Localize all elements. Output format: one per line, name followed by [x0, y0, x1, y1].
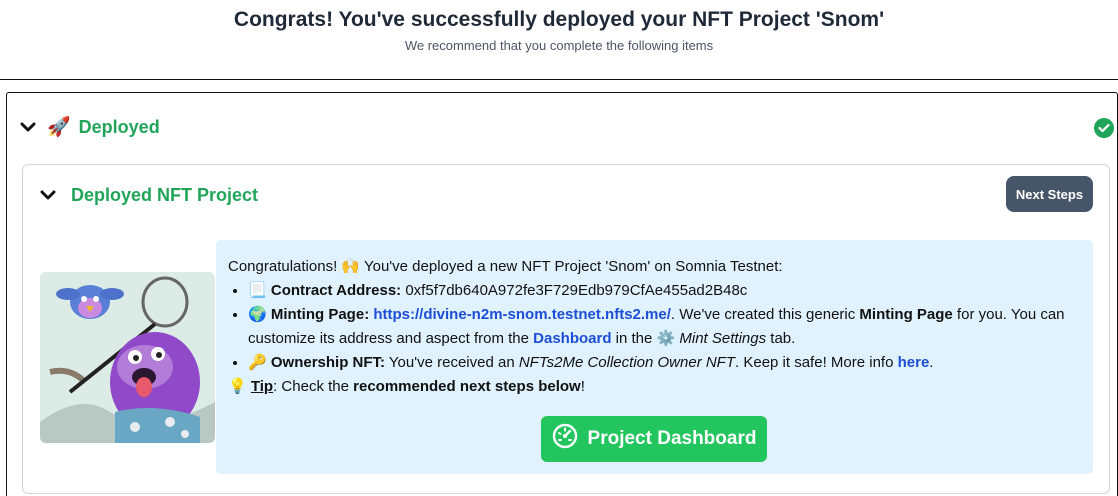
- raised-hands-icon: 🙌: [341, 258, 361, 275]
- more-info-link[interactable]: here: [898, 354, 930, 371]
- dashboard-link[interactable]: Dashboard: [533, 330, 611, 347]
- rocket-icon: 🚀: [47, 116, 71, 138]
- section-title: Deployed: [78, 116, 160, 137]
- key-icon: 🔑: [248, 354, 267, 371]
- minting-page-item: 🌍 Minting Page: https://divine-n2m-snom.…: [248, 303, 1081, 351]
- deployed-nft-project-card: Deployed NFT Project Next Steps Congratu…: [22, 164, 1110, 494]
- minting-page-link[interactable]: https://divine-n2m-snom.testnet.nfts2.me…: [373, 306, 671, 323]
- check-circle-icon: [1094, 118, 1114, 138]
- gear-icon: ⚙️: [656, 330, 676, 347]
- contract-address-value[interactable]: 0xf5f7db640A972fe3F729Edb979CfAe455ad2B4…: [405, 282, 747, 299]
- page-title: Congrats! You've successfully deployed y…: [233, 8, 885, 31]
- deployment-details-list: 📃 Contract Address: 0xf5f7db640A972fe3F7…: [248, 279, 1081, 375]
- document-icon: 📃: [248, 282, 267, 299]
- contract-address-item: 📃 Contract Address: 0xf5f7db640A972fe3F7…: [248, 279, 1081, 303]
- project-dashboard-label: Project Dashboard: [587, 428, 757, 449]
- nft-project-toggle[interactable]: Deployed NFT Project: [39, 185, 258, 205]
- globe-icon: 🌍: [248, 306, 267, 323]
- project-dashboard-button[interactable]: Project Dashboard: [541, 416, 767, 462]
- chevron-down-icon[interactable]: [39, 186, 57, 204]
- page-subtitle: We recommend that you complete the follo…: [404, 38, 714, 53]
- next-steps-button[interactable]: Next Steps: [1006, 176, 1093, 212]
- tip-line: 💡 Tip: Check the recommended next steps …: [228, 378, 585, 395]
- deployed-section: 🚀 Deployed Deployed NFT Project Next Ste…: [6, 92, 1118, 496]
- gauge-icon: [552, 423, 578, 456]
- deployment-info-panel: Congratulations! 🙌 You've deployed a new…: [216, 240, 1093, 474]
- lightbulb-icon: 💡: [228, 378, 247, 395]
- ownership-nft-item: 🔑 Ownership NFT: You've received an NFTs…: [248, 351, 1081, 375]
- header-divider: [0, 79, 1118, 80]
- chevron-down-icon[interactable]: [19, 118, 37, 136]
- deployed-section-toggle[interactable]: 🚀 Deployed: [19, 115, 160, 139]
- page-header: Congrats! You've successfully deployed y…: [0, 0, 1118, 80]
- mint-settings-tab-name: Mint Settings: [679, 330, 767, 347]
- congrats-line: Congratulations! 🙌 You've deployed a new…: [228, 258, 783, 275]
- subsection-title: Deployed NFT Project: [71, 184, 259, 205]
- nft-thumbnail: [40, 272, 215, 443]
